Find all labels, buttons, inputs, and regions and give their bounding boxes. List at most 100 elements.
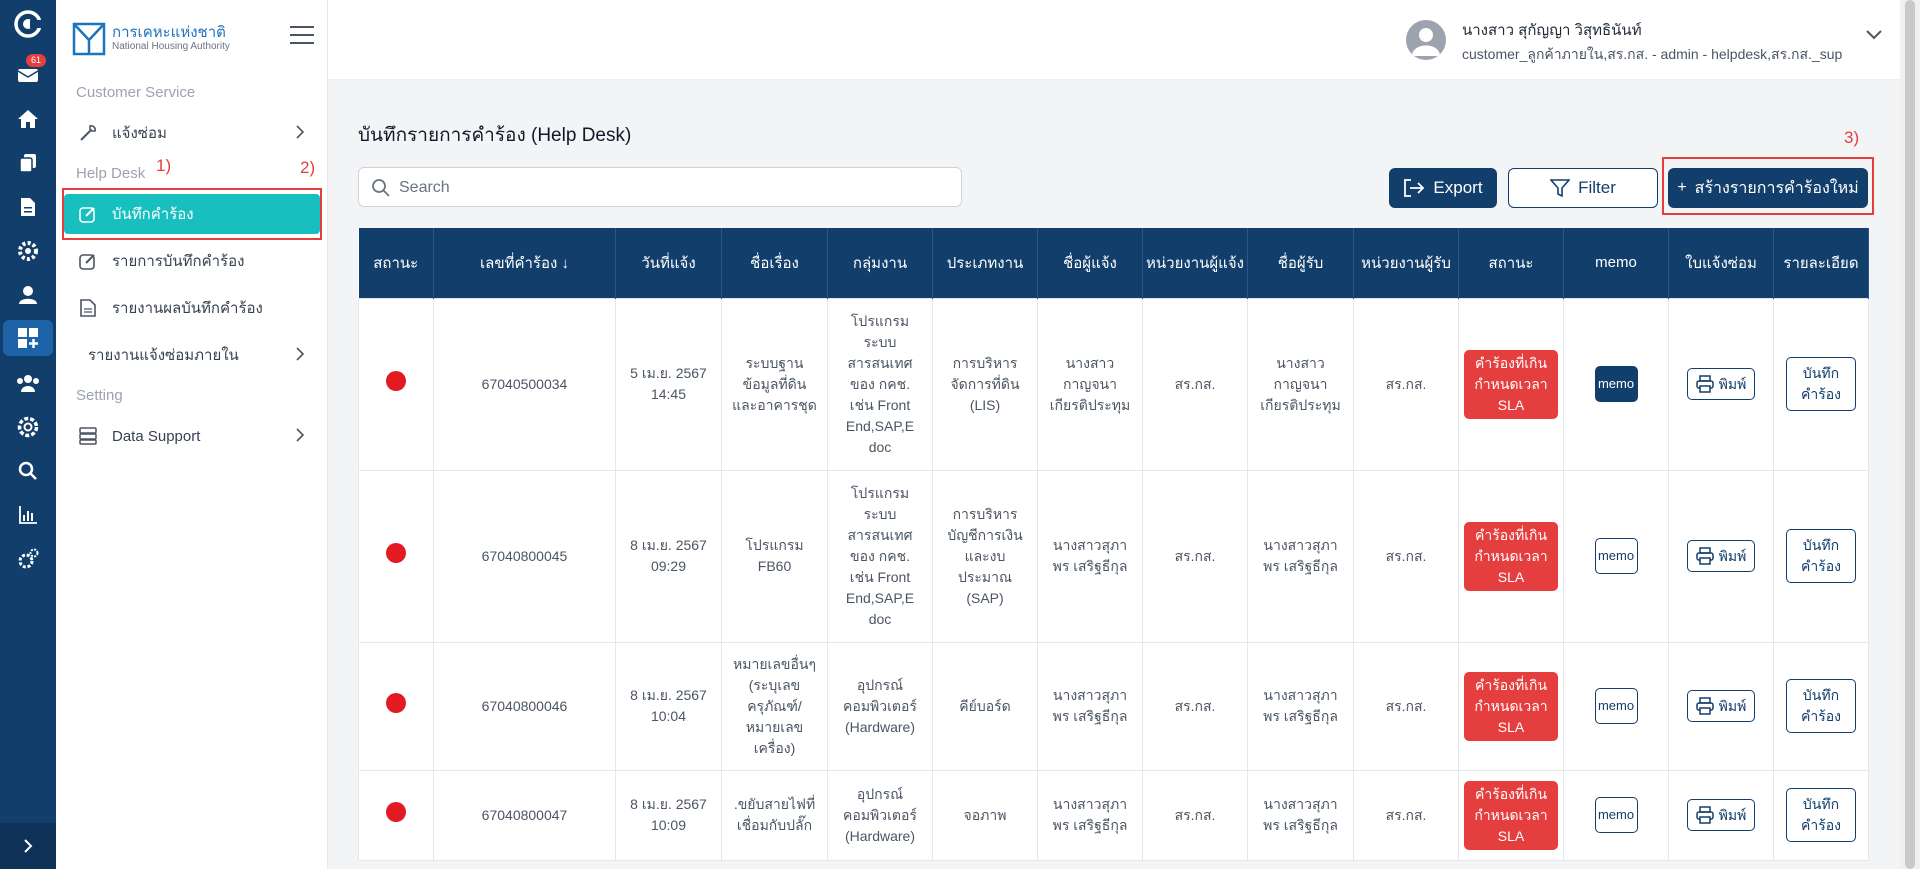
reporter-unit-cell: สร.กส.: [1142, 297, 1248, 471]
print-button[interactable]: พิมพ์: [1686, 690, 1756, 722]
chevron-down-icon[interactable]: [1866, 30, 1882, 40]
status-indicator-cell: [358, 641, 434, 771]
col-reporter-unit[interactable]: หน่วยงานผู้แจ้ง: [1142, 228, 1248, 298]
sidebar-item-internal-repair-report[interactable]: รายงานแจ้งซ่อมภายใน: [64, 335, 320, 375]
search-input[interactable]: [399, 176, 939, 200]
receiver-unit-cell: สร.กส.: [1353, 297, 1459, 471]
col-subject[interactable]: ชื่อเรื่อง: [721, 228, 828, 298]
print-button[interactable]: พิมพ์: [1686, 368, 1756, 400]
user-name: นางสาว สุกัญญา วิสุทธินันท์: [1462, 22, 1642, 39]
detail-cell: บันทึก คำร้อง: [1773, 641, 1869, 771]
record-request-button[interactable]: บันทึก คำร้อง: [1786, 679, 1856, 733]
annotation-1: 1): [156, 156, 172, 175]
col-status[interactable]: สถานะ: [1458, 228, 1564, 298]
export-label: Export: [1433, 178, 1483, 197]
col-detail[interactable]: รายละเอียด: [1773, 228, 1869, 298]
group-cell: โปรแกรม ระบบ สารสนเทศ ของ กคช. เช่น Front End…: [827, 297, 933, 471]
vertical-scrollbar[interactable]: [1900, 0, 1920, 869]
copy-icon[interactable]: [0, 145, 56, 181]
search-box[interactable]: [358, 167, 962, 207]
sidebar-item-repair[interactable]: แจ้งซ่อม: [64, 113, 320, 153]
col-request-number[interactable]: เลขที่คำร้อง ↓: [433, 228, 616, 298]
sidebar-item-request-list[interactable]: รายการบันทึกคำร้อง: [64, 241, 320, 281]
home-icon[interactable]: [0, 101, 56, 137]
setting-heading: Setting: [76, 387, 123, 404]
expand-rail-button[interactable]: [0, 823, 56, 869]
record-request-button[interactable]: บันทึก คำร้อง: [1786, 788, 1856, 842]
col-group[interactable]: กลุ่มงาน: [827, 228, 933, 298]
page-title: บันทึกรายการคำร้อง (Help Desk): [358, 125, 632, 146]
group-cell: อุปกรณ์ คอมพิวเตอร์ (Hardware): [827, 769, 933, 861]
hamburger-menu-icon[interactable]: [290, 26, 314, 46]
col-receiver-unit[interactable]: หน่วยงานผู้รับ: [1353, 228, 1459, 298]
status-cell: คำร้องที่เกิน กำหนดเวลา SLA: [1458, 469, 1564, 643]
mail-icon[interactable]: 61: [0, 54, 56, 92]
memo-button[interactable]: memo: [1594, 797, 1638, 833]
group-icon[interactable]: [0, 365, 56, 401]
print-button[interactable]: พิมพ์: [1686, 799, 1756, 831]
settings-cog-icon[interactable]: [0, 409, 56, 445]
status-cell: คำร้องที่เกิน กำหนดเวลา SLA: [1458, 769, 1564, 861]
col-receiver[interactable]: ชื่อผู้รับ: [1247, 228, 1354, 298]
apps-grid-icon[interactable]: [3, 320, 53, 356]
admin-gears-icon[interactable]: [0, 541, 56, 577]
edit-icon: [78, 204, 98, 224]
sidebar-item-label: บันทึกคำร้อง: [112, 206, 194, 223]
col-status-indicator[interactable]: สถานะ: [358, 228, 434, 298]
col-date[interactable]: วันที่แจ้ง: [615, 228, 722, 298]
receiver-cell: นางสาว กาญจนา เกียรติประทุม: [1247, 297, 1354, 471]
receiver-unit-cell: สร.กส.: [1353, 641, 1459, 771]
export-button[interactable]: Export: [1389, 168, 1497, 208]
sidebar-item-report[interactable]: รายงานผลบันทึกคำร้อง: [64, 288, 320, 328]
chevron-right-icon: [296, 428, 304, 442]
sidebar-item-data-support[interactable]: Data Support: [64, 416, 320, 456]
status-dot-icon: [386, 543, 406, 563]
col-reporter[interactable]: ชื่อผู้แจ้ง: [1037, 228, 1143, 298]
memo-button[interactable]: memo: [1594, 688, 1638, 724]
create-request-button[interactable]: + สร้างรายการคำร้องใหม่: [1668, 168, 1868, 208]
type-cell: จอภาพ: [932, 769, 1038, 861]
record-request-button[interactable]: บันทึก คำร้อง: [1786, 357, 1856, 411]
filter-button[interactable]: Filter: [1508, 168, 1658, 208]
nha-logo: การเคหะแห่งชาติ National Housing Authori…: [72, 22, 230, 56]
helpdesk-heading: Help Desk: [76, 165, 146, 182]
record-request-button[interactable]: บันทึก คำร้อง: [1786, 529, 1856, 583]
type-cell: การบริหาร บัญชีการเงิน และงบ ประมาณ (SAP): [932, 469, 1038, 643]
col-repair-form[interactable]: ใบแจ้งซ่อม: [1668, 228, 1774, 298]
status-dot-icon: [386, 802, 406, 822]
request-number-cell: 67040500034: [433, 297, 616, 471]
group-cell: โปรแกรม ระบบ สารสนเทศ ของ กคช. เช่น Front End…: [827, 469, 933, 643]
avatar[interactable]: [1406, 20, 1446, 60]
sidebar-item-record-request[interactable]: บันทึกคำร้อง: [64, 194, 320, 234]
status-cell: คำร้องที่เกิน กำหนดเวลา SLA: [1458, 297, 1564, 471]
memo-button[interactable]: memo: [1594, 366, 1638, 402]
memo-cell: memo: [1563, 769, 1669, 861]
type-cell: การบริหาร จัดการที่ดิน (LIS): [932, 297, 1038, 471]
logo-english-text: National Housing Authority: [112, 41, 230, 52]
requests-table: สถานะ เลขที่คำร้อง ↓ วันที่แจ้ง ชื่อเรื่…: [358, 228, 1869, 861]
settings-gear-icon[interactable]: [0, 233, 56, 269]
col-memo[interactable]: memo: [1563, 228, 1669, 298]
date-cell: 8 เม.ย. 2567 10:09: [615, 769, 722, 861]
scrollbar-thumb[interactable]: [1905, 0, 1915, 869]
col-type[interactable]: ประเภทงาน: [932, 228, 1038, 298]
date-cell: 8 เม.ย. 2567 10:04: [615, 641, 722, 771]
detail-cell: บันทึก คำร้อง: [1773, 469, 1869, 643]
print-label: พิมพ์: [1718, 806, 1747, 823]
search-icon[interactable]: [0, 453, 56, 489]
brand-logo-icon[interactable]: [0, 6, 56, 42]
search-icon: [372, 179, 390, 197]
bar-chart-icon[interactable]: [0, 497, 56, 533]
printer-icon: [1695, 547, 1714, 565]
print-button[interactable]: พิมพ์: [1686, 540, 1756, 572]
document-icon[interactable]: [0, 189, 56, 225]
document-icon: [78, 298, 98, 318]
filter-icon: [1550, 179, 1571, 198]
memo-button[interactable]: memo: [1594, 538, 1638, 574]
request-number-cell: 67040800045: [433, 469, 616, 643]
reporter-cell: นางสาว กาญจนา เกียรติประทุม: [1037, 297, 1143, 471]
sidebar-item-label: แจ้งซ่อม: [112, 125, 167, 142]
user-icon[interactable]: [0, 277, 56, 313]
chevron-right-icon: [296, 347, 304, 361]
reporter-cell: นางสาวสุภา พร เสริฐธีกุล: [1037, 469, 1143, 643]
